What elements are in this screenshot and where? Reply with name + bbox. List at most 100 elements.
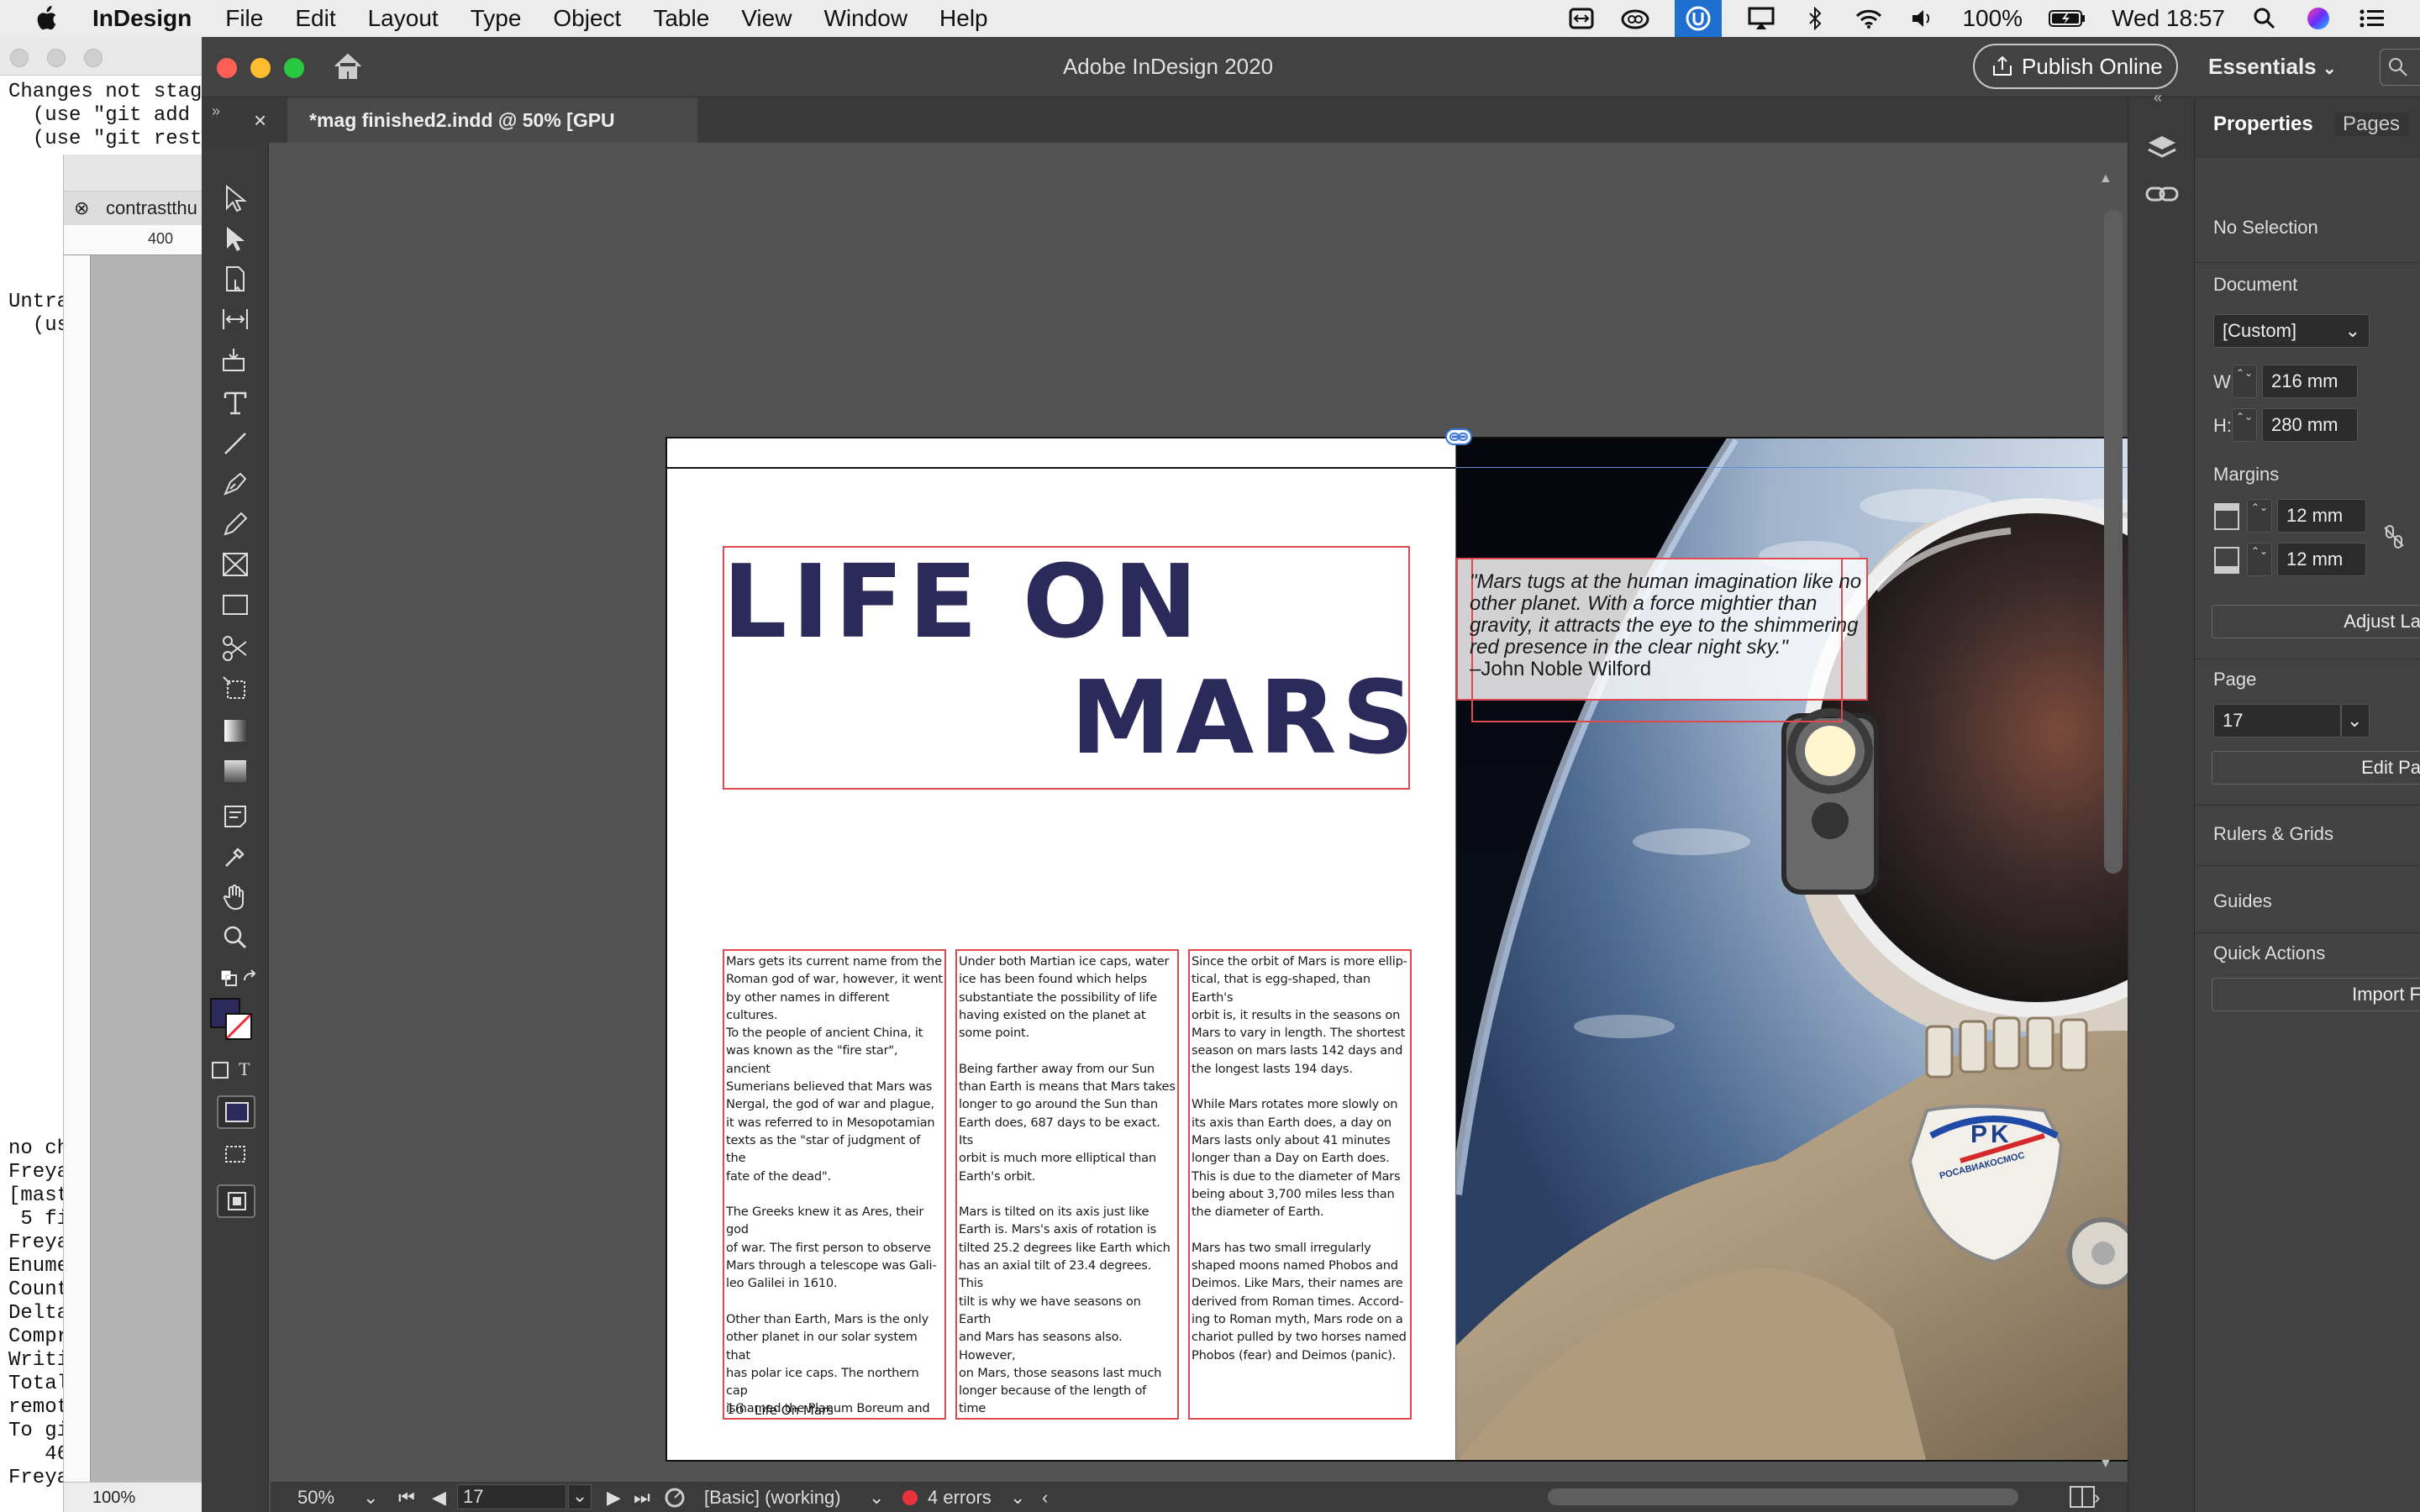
pull-quote[interactable]: "Mars tugs at the human imagination like… bbox=[1470, 571, 1880, 680]
next-page-icon[interactable]: ▶ bbox=[607, 1487, 621, 1509]
app-menu[interactable]: InDesign bbox=[92, 5, 192, 32]
pasteboard[interactable]: LIFE ON MARS Mars gets its current name … bbox=[271, 143, 2245, 1462]
margin-top-stepper[interactable]: ⌃⌄ bbox=[2247, 499, 2272, 533]
notification-center-icon[interactable] bbox=[2358, 6, 2386, 31]
chevron-down-icon[interactable]: ⌄ bbox=[869, 1487, 884, 1509]
menu-window[interactable]: Window bbox=[823, 5, 908, 32]
siri-icon[interactable] bbox=[2304, 6, 2333, 31]
line-tool-icon[interactable] bbox=[218, 427, 252, 460]
terminal-minimize-button[interactable] bbox=[47, 49, 66, 67]
horizontal-scrollbar[interactable] bbox=[1548, 1488, 2018, 1505]
menu-type[interactable]: Type bbox=[471, 5, 522, 32]
rectangle-tool-icon[interactable] bbox=[218, 588, 252, 622]
menu-edit[interactable]: Edit bbox=[295, 5, 335, 32]
formatting-container-icon[interactable] bbox=[212, 1062, 229, 1079]
free-transform-tool-icon[interactable] bbox=[218, 672, 252, 706]
collapse-toolbar-icon[interactable]: » bbox=[212, 102, 220, 120]
document-tab[interactable]: × *mag finished2.indd @ 50% [GPU Preview… bbox=[254, 97, 697, 176]
formatting-text-icon[interactable]: T bbox=[239, 1058, 250, 1080]
wifi-icon[interactable] bbox=[1854, 6, 1883, 31]
menu-file[interactable]: File bbox=[225, 5, 263, 32]
search-field[interactable] bbox=[2380, 49, 2420, 86]
type-tool-icon[interactable] bbox=[218, 386, 252, 420]
screen-mode-icon[interactable] bbox=[218, 1137, 252, 1171]
rectangle-frame-tool-icon[interactable] bbox=[218, 548, 252, 581]
close-tab-icon[interactable]: × bbox=[254, 97, 266, 143]
stroke-swatch[interactable] bbox=[225, 1013, 252, 1040]
height-field[interactable]: 280 mm bbox=[2262, 408, 2358, 442]
pencil-tool-icon[interactable] bbox=[218, 507, 252, 541]
split-window-icon[interactable] bbox=[2069, 1485, 2096, 1509]
menu-view[interactable]: View bbox=[741, 5, 792, 32]
width-field[interactable]: 216 mm bbox=[2262, 365, 2358, 398]
gap-tool-icon[interactable] bbox=[218, 302, 252, 336]
page-dropdown[interactable]: ⌄ bbox=[2341, 704, 2370, 738]
menu-object[interactable]: Object bbox=[553, 5, 621, 32]
previous-page-icon[interactable]: ◀ bbox=[432, 1487, 446, 1509]
margin-top-field[interactable]: 12 mm bbox=[2277, 499, 2366, 533]
height-stepper[interactable]: ⌃⌄ bbox=[2232, 408, 2257, 442]
page-field[interactable]: 17 bbox=[2213, 704, 2341, 738]
bgwin-zoom[interactable]: 100% bbox=[64, 1482, 215, 1512]
menu-layout[interactable]: Layout bbox=[368, 5, 439, 32]
title-text-frame[interactable]: LIFE ON MARS bbox=[723, 544, 1414, 790]
margin-bottom-field[interactable]: 12 mm bbox=[2277, 543, 2366, 576]
zoom-tool-icon[interactable] bbox=[218, 921, 252, 954]
error-count[interactable]: 4 errors bbox=[928, 1487, 992, 1509]
preflight-menu-icon[interactable] bbox=[664, 1487, 686, 1509]
link-icon[interactable] bbox=[1445, 428, 1472, 445]
gradient-swatch-tool-icon[interactable] bbox=[218, 714, 252, 748]
utorrent-icon[interactable] bbox=[1675, 0, 1723, 37]
chevron-down-icon[interactable]: ⌄ bbox=[363, 1487, 378, 1509]
tab-properties[interactable]: Properties bbox=[2213, 113, 2313, 136]
terminal-close-button[interactable] bbox=[10, 49, 29, 67]
preflight-profile[interactable]: [Basic] (working) bbox=[704, 1487, 841, 1509]
first-page-icon[interactable]: ⏮ bbox=[398, 1487, 415, 1509]
zoom-level-field[interactable]: 50% bbox=[297, 1487, 334, 1509]
import-pdf-button[interactable]: Import F bbox=[2212, 978, 2420, 1011]
teamviewer-icon[interactable] bbox=[1567, 6, 1596, 31]
chevron-down-icon[interactable]: ⌄ bbox=[1010, 1487, 1025, 1509]
swap-fill-stroke-icon[interactable] bbox=[234, 961, 267, 995]
document-preset-dropdown[interactable]: [Custom] ⌄ bbox=[2213, 314, 2370, 348]
volume-icon[interactable] bbox=[1908, 6, 1937, 31]
margin-bottom-stepper[interactable]: ⌃⌄ bbox=[2247, 543, 2272, 576]
scroll-up-icon[interactable]: ▲ bbox=[2099, 171, 2112, 186]
scroll-left-icon[interactable]: ‹ bbox=[1042, 1487, 1048, 1509]
menubar-clock[interactable]: Wed 18:57 bbox=[2112, 5, 2225, 32]
hand-tool-icon[interactable] bbox=[218, 880, 252, 914]
menu-help[interactable]: Help bbox=[939, 5, 988, 32]
expand-panels-icon[interactable]: « bbox=[2154, 89, 2162, 107]
gradient-feather-tool-icon[interactable] bbox=[218, 754, 252, 788]
layers-icon[interactable] bbox=[2145, 131, 2179, 165]
spotlight-search-icon[interactable] bbox=[2250, 6, 2279, 31]
view-mode-button[interactable] bbox=[217, 1184, 255, 1218]
unlink-margins-icon[interactable] bbox=[2381, 524, 2407, 549]
content-collector-icon[interactable] bbox=[218, 343, 252, 376]
publish-online-button[interactable]: Publish Online bbox=[1973, 44, 2178, 89]
bgwin-tab[interactable]: ⊗ contrastthu bbox=[64, 192, 215, 225]
left-page[interactable]: LIFE ON MARS Mars gets its current name … bbox=[666, 437, 1457, 1462]
direct-selection-tool-icon[interactable] bbox=[218, 222, 252, 255]
tab-pages[interactable]: Pages bbox=[2334, 113, 2409, 136]
page-menu-dropdown[interactable]: ⌄ bbox=[568, 1484, 592, 1509]
guides-section[interactable]: Guides bbox=[2213, 890, 2272, 912]
links-icon[interactable] bbox=[2145, 181, 2179, 207]
width-stepper[interactable]: ⌃⌄ bbox=[2232, 365, 2257, 398]
page-number-field[interactable]: 17 bbox=[457, 1484, 566, 1509]
page-tool-icon[interactable] bbox=[218, 262, 252, 296]
menu-table[interactable]: Table bbox=[653, 5, 709, 32]
note-tool-icon[interactable] bbox=[218, 800, 252, 833]
scroll-down-icon[interactable]: ▼ bbox=[2099, 1457, 2112, 1472]
rulers-grids-section[interactable]: Rulers & Grids bbox=[2213, 823, 2333, 845]
body-column-3[interactable]: Since the orbit of Mars is more ellip- t… bbox=[1188, 949, 1412, 1420]
eyedropper-tool-icon[interactable] bbox=[218, 840, 252, 874]
last-page-icon[interactable]: ⏭ bbox=[634, 1487, 650, 1509]
pen-tool-icon[interactable] bbox=[218, 467, 252, 501]
body-column-1[interactable]: Mars gets its current name from the Roma… bbox=[723, 949, 946, 1420]
selection-tool-icon[interactable] bbox=[218, 181, 252, 215]
battery-icon[interactable] bbox=[2048, 6, 2086, 31]
workspace-switcher[interactable]: Essentials ⌄ bbox=[2208, 54, 2337, 80]
creative-cloud-icon[interactable] bbox=[1621, 6, 1649, 31]
apple-icon[interactable] bbox=[34, 5, 59, 32]
